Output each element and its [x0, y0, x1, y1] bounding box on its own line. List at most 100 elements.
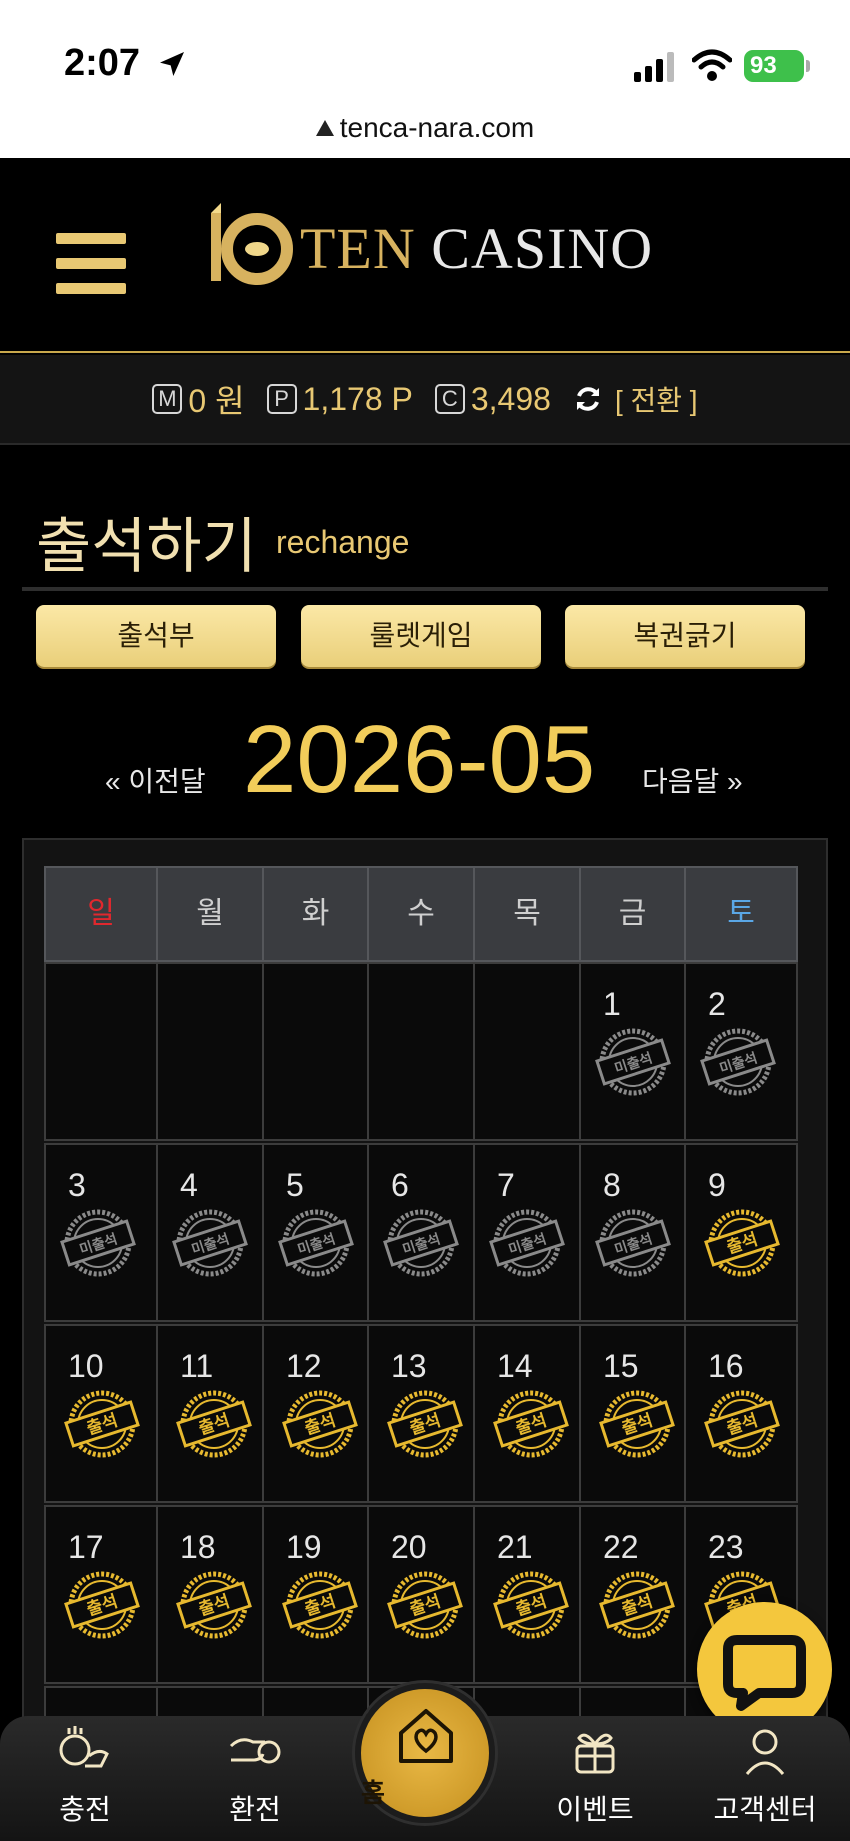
calendar-day-cell: 17 출석 — [44, 1505, 158, 1684]
calendar-day-cell: 1 미출석 — [579, 962, 686, 1141]
nav-charge[interactable]: 충전 — [0, 1716, 170, 1841]
address-bar[interactable]: tenca-nara.com — [0, 112, 850, 144]
absent-stamp-icon: 미출석 — [595, 1209, 671, 1277]
calendar-day-cell: 6 미출석 — [367, 1143, 475, 1322]
calendar-day-cell: 8 미출석 — [579, 1143, 686, 1322]
point-icon: P — [266, 384, 297, 414]
weekday-header: 토 — [684, 866, 798, 962]
status-bar: 2:07 93 tenca-nara.com — [0, 0, 850, 158]
location-arrow-icon — [160, 52, 184, 76]
nav-exchange[interactable]: 환전 — [170, 1716, 340, 1841]
absent-stamp-icon: 미출석 — [60, 1209, 136, 1277]
day-number: 23 — [708, 1529, 744, 1565]
tab-scratch-lottery[interactable]: 복권긁기 — [565, 605, 805, 667]
tab-attendance-book[interactable]: 출석부 — [36, 605, 276, 667]
attended-stamp-icon: 출석 — [176, 1571, 252, 1639]
cellular-signal-icon — [634, 52, 674, 82]
battery-indicator: 93 — [744, 50, 810, 82]
calendar-day-cell: 14 출석 — [473, 1324, 581, 1503]
day-number: 13 — [391, 1348, 427, 1384]
attended-stamp-icon: 출석 — [493, 1390, 569, 1458]
day-number: 10 — [68, 1348, 104, 1384]
calendar-day-cell: 2 미출석 — [684, 962, 798, 1141]
day-number: 11 — [180, 1348, 214, 1384]
page-subtitle: rechange — [276, 524, 410, 560]
money-value: 0 원 — [188, 383, 245, 419]
money-balance: M0 원 — [152, 376, 245, 422]
absent-stamp-icon: 미출석 — [383, 1209, 459, 1277]
weekday-header: 월 — [156, 866, 264, 962]
nav-support[interactable]: 고객센터 — [680, 1716, 850, 1841]
nav-home-label: 홈 — [361, 1778, 385, 1808]
day-number: 16 — [708, 1348, 744, 1384]
day-number: 8 — [603, 1167, 621, 1203]
attended-stamp-icon: 출석 — [387, 1390, 463, 1458]
attended-stamp-icon: 출석 — [64, 1390, 140, 1458]
calendar-day-cell: 20 출석 — [367, 1505, 475, 1684]
nav-exchange-label: 환전 — [229, 1794, 281, 1825]
weekday-header: 수 — [367, 866, 475, 962]
day-number: 2 — [708, 986, 726, 1022]
day-number: 18 — [180, 1529, 216, 1565]
calendar-day-cell: 12 출석 — [262, 1324, 369, 1503]
nav-charge-label: 충전 — [59, 1794, 111, 1825]
calendar-day-cell: 18 출석 — [156, 1505, 264, 1684]
calendar-empty-cell — [44, 962, 158, 1141]
day-number: 15 — [603, 1348, 639, 1384]
day-number: 21 — [497, 1529, 533, 1565]
prev-month-link[interactable]: « 이전달 — [105, 760, 206, 800]
day-number: 5 — [286, 1167, 304, 1203]
calendar-day-cell: 22 출석 — [579, 1505, 686, 1684]
calendar-empty-cell — [156, 962, 264, 1141]
attended-stamp-icon: 출석 — [387, 1571, 463, 1639]
attended-stamp-icon: 출석 — [704, 1209, 780, 1277]
next-month-link[interactable]: 다음달 » — [642, 760, 743, 800]
calendar-day-cell: 9 출석 — [684, 1143, 798, 1322]
weekday-header: 일 — [44, 866, 158, 962]
absent-stamp-icon: 미출석 — [489, 1209, 565, 1277]
nav-event-label: 이벤트 — [556, 1794, 634, 1825]
absent-stamp-icon: 미출석 — [172, 1209, 248, 1277]
nav-home[interactable]: 홈 — [355, 1683, 495, 1823]
weekday-header: 화 — [262, 866, 369, 962]
refresh-icon[interactable] — [573, 384, 603, 414]
logo-emblem-icon — [211, 203, 293, 285]
menu-icon[interactable] — [56, 233, 126, 295]
attended-stamp-icon: 출석 — [493, 1571, 569, 1639]
support-agent-icon — [745, 1729, 785, 1775]
day-number: 3 — [68, 1167, 86, 1203]
attended-stamp-icon: 출석 — [282, 1390, 358, 1458]
day-number: 1 — [603, 986, 621, 1022]
weekday-header: 목 — [473, 866, 581, 962]
nav-event[interactable]: 이벤트 — [510, 1716, 680, 1841]
wifi-icon — [692, 49, 732, 81]
day-number: 14 — [497, 1348, 533, 1384]
coin-balance: C 3,498 — [434, 381, 551, 418]
attended-stamp-icon: 출석 — [599, 1390, 675, 1458]
day-number: 9 — [708, 1167, 726, 1203]
tab-roulette-game[interactable]: 룰렛게임 — [301, 605, 541, 667]
attended-stamp-icon: 출석 — [176, 1390, 252, 1458]
day-number: 7 — [497, 1167, 515, 1203]
absent-stamp-icon: 미출석 — [278, 1209, 354, 1277]
day-number: 12 — [286, 1348, 322, 1384]
attended-stamp-icon: 출석 — [704, 1390, 780, 1458]
weekday-header: 금 — [579, 866, 686, 962]
attended-stamp-icon: 출석 — [599, 1571, 675, 1639]
coin-icon: C — [434, 384, 465, 414]
day-number: 20 — [391, 1529, 427, 1565]
calendar-day-cell: 15 출석 — [579, 1324, 686, 1503]
absent-stamp-icon: 미출석 — [700, 1028, 776, 1096]
calendar-empty-cell — [367, 962, 475, 1141]
calendar-day-cell: 3 미출석 — [44, 1143, 158, 1322]
balance-bar: M0 원 P 1,178 P C 3,498 [ 전환 ] — [0, 355, 850, 445]
day-number: 19 — [286, 1529, 322, 1565]
calendar-day-cell: 13 출석 — [367, 1324, 475, 1503]
attended-stamp-icon: 출석 — [64, 1571, 140, 1639]
swap-button[interactable]: [ 전환 ] — [615, 379, 698, 419]
site-logo[interactable]: TEN CASINO — [205, 203, 655, 293]
withdraw-icon — [229, 1738, 281, 1764]
current-month: 2026-05 — [243, 706, 596, 813]
calendar-day-cell: 21 출석 — [473, 1505, 581, 1684]
calendar-day-cell: 16 출석 — [684, 1324, 798, 1503]
